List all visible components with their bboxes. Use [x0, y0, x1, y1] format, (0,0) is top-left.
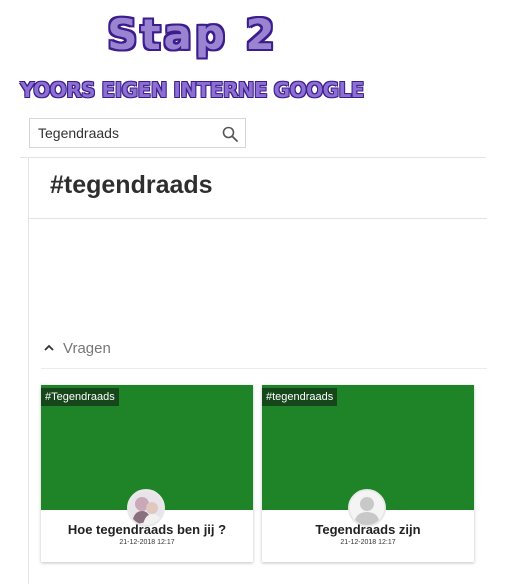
- divider: [29, 218, 487, 219]
- divider: [41, 368, 487, 369]
- chevron-up-icon: [44, 344, 54, 351]
- card-date: 21-12-2018 12:17: [119, 539, 175, 546]
- page-title: #tegendraads: [50, 171, 213, 199]
- banner-title: Stap 2: [107, 10, 278, 59]
- banner-subtitle: YOORS EIGEN INTERNE GOOGLE: [20, 78, 364, 102]
- search-box: [29, 118, 246, 148]
- card-title: Hoe tegendraads ben jij ?: [67, 522, 227, 537]
- top-bar: [20, 110, 486, 158]
- app-window: #tegendraads Vragen #Tegendraads Hoe t: [20, 110, 487, 584]
- question-card[interactable]: #tegendraads Tegendraads zijn 21-12-2018…: [262, 385, 474, 562]
- main-content: #tegendraads Vragen #Tegendraads Hoe teg…: [28, 158, 487, 584]
- search-icon[interactable]: [221, 125, 239, 143]
- card-title: Tegendraads zijn: [315, 522, 421, 537]
- section-label: Vragen: [63, 339, 111, 357]
- section-toggle-vragen[interactable]: Vragen: [43, 338, 111, 358]
- card-tag[interactable]: #tegendraads: [262, 388, 338, 406]
- card-date: 21-12-2018 12:17: [340, 539, 396, 546]
- search-input[interactable]: [38, 119, 218, 147]
- question-card[interactable]: #Tegendraads Hoe tegendraads ben jij ? 2…: [41, 385, 253, 562]
- card-tag[interactable]: #Tegendraads: [41, 388, 119, 406]
